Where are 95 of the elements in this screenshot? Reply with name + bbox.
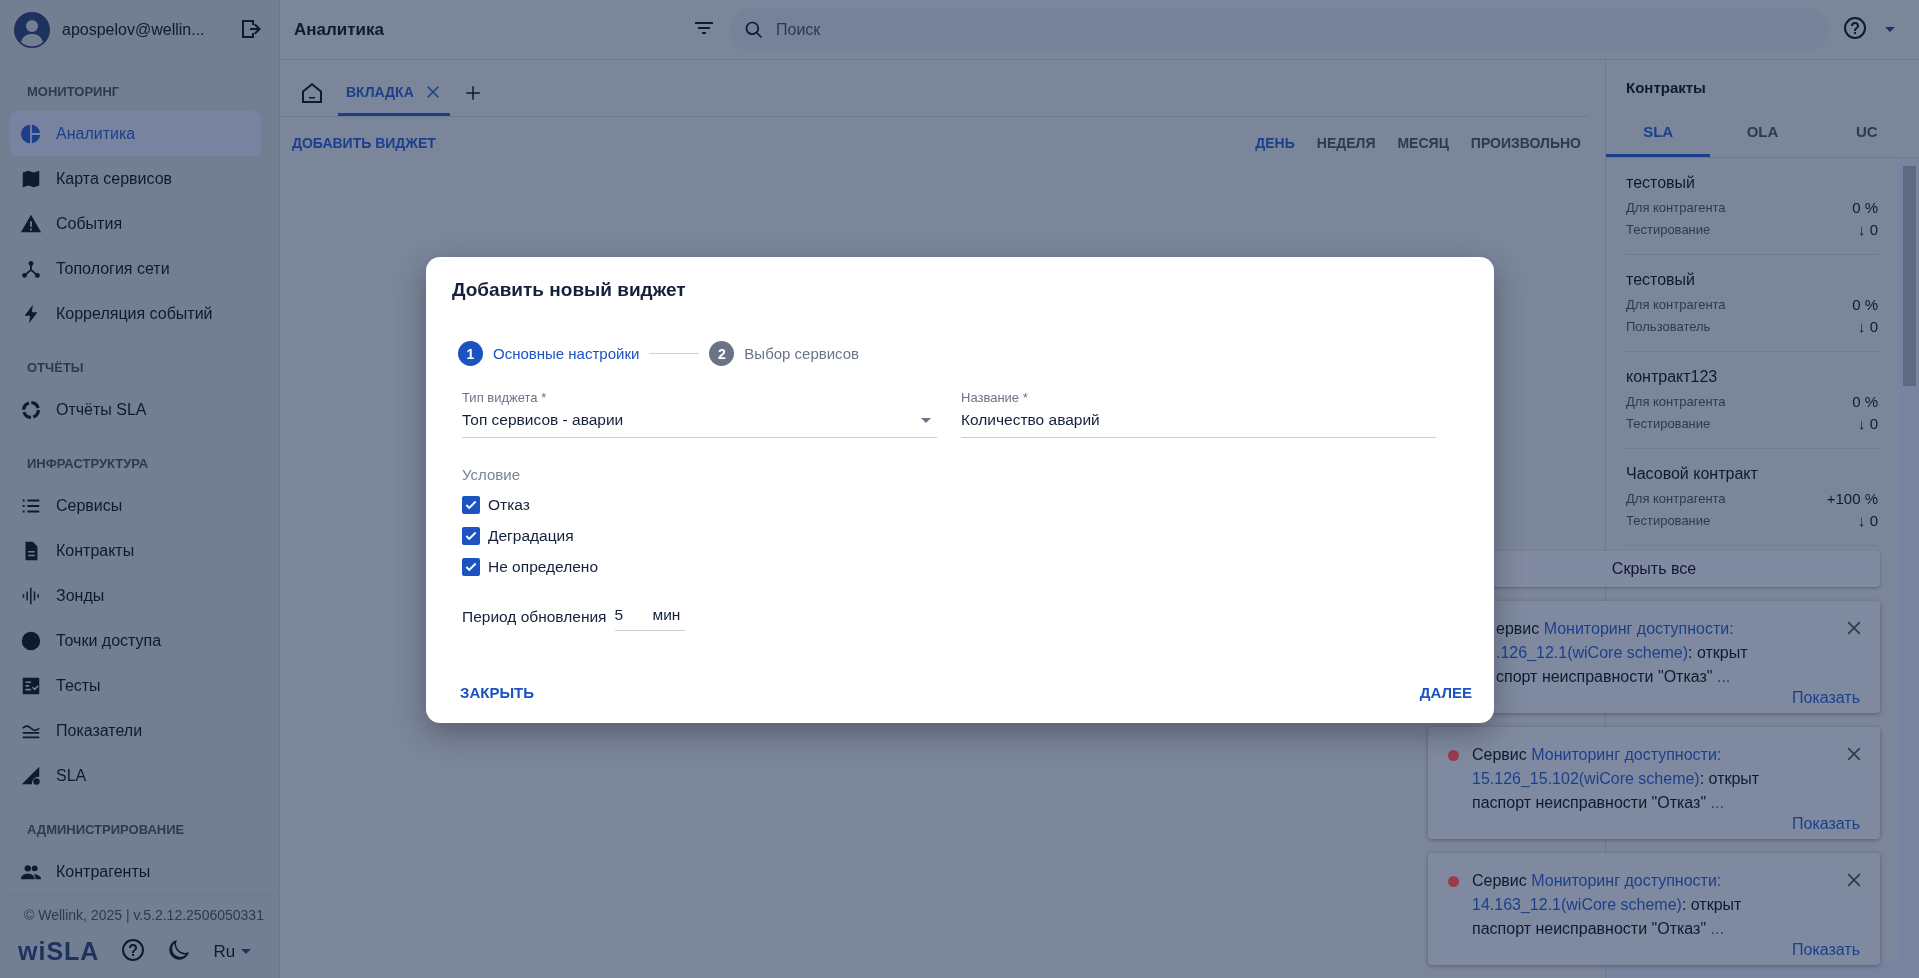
contract-label: Пользователь — [1626, 318, 1711, 334]
service-link[interactable]: Мониторинг доступности: — [1531, 872, 1722, 889]
notification-message: Сервис Мониторинг доступности: 15.126_15.102(wiCore scheme): открыт паспорт неисправности "Отказ" ... — [1472, 745, 1761, 813]
search-field[interactable]: Поиск — [730, 7, 1829, 52]
service-link[interactable]: ... — [1710, 920, 1724, 937]
field-label: Название * — [961, 390, 1029, 405]
contract-label: Для контрагента — [1626, 393, 1726, 409]
user-name: apospelov@wellin... — [62, 21, 206, 39]
tab[interactable]: UC — [1814, 108, 1919, 157]
pie-chart-icon — [20, 122, 42, 145]
page-title: Аналитика — [294, 19, 385, 40]
period-button[interactable]: ДЕНЬ — [1255, 127, 1295, 159]
panel-title: Контракты — [1625, 78, 1707, 98]
search-input[interactable]: Поиск — [774, 19, 1815, 40]
contract-label: Для контрагента — [1626, 296, 1726, 312]
nav-item[interactable]: Контракты — [10, 528, 261, 573]
service-link[interactable]: Мониторинг доступности: — [1531, 746, 1722, 763]
add-widget-button[interactable]: ДОБАВИТЬ ВИДЖЕТ — [292, 127, 436, 159]
unit-label: мин — [652, 606, 681, 625]
vertical-scrollbar[interactable] — [1900, 158, 1919, 962]
service-link[interactable]: 15.126_15.102(wiCore scheme) — [1472, 770, 1700, 787]
search-icon — [744, 19, 764, 40]
section-title: АДМИНИСТРИРОВАНИЕ — [26, 821, 186, 839]
nav-item[interactable]: Зонды — [10, 573, 261, 618]
contract-name: контракт123 — [1626, 368, 1719, 386]
tab[interactable]: ВКЛАДКА — [338, 70, 450, 116]
nav-item[interactable]: Карта сервисов — [10, 156, 261, 201]
circle-icon — [20, 629, 42, 652]
checkbox-label: Не определено — [488, 557, 599, 576]
nav-item[interactable]: Топология сети — [10, 246, 261, 291]
field-label: Период обновления — [462, 607, 607, 626]
ring-icon — [20, 398, 42, 421]
show-link[interactable]: Показать — [1792, 689, 1860, 707]
show-link[interactable]: Показать — [1792, 941, 1860, 959]
nav-item[interactable]: Тесты — [10, 663, 261, 708]
contract-name: тестовый — [1626, 174, 1697, 192]
next-button[interactable]: ДАЛЕЕ — [1419, 676, 1472, 709]
checkbox[interactable] — [462, 495, 480, 514]
checkbox[interactable] — [462, 526, 480, 545]
section-title: ОТЧЁТЫ — [26, 359, 85, 377]
service-link[interactable]: 14.163_12.1(wiCore scheme) — [1472, 896, 1682, 913]
show-link[interactable]: Показать — [1792, 815, 1860, 833]
service-link[interactable]: ... — [1710, 794, 1724, 811]
checkbox[interactable] — [462, 557, 480, 576]
close-button[interactable]: ЗАКРЫТЬ — [460, 676, 535, 709]
avatar-icon — [14, 12, 50, 48]
service-link[interactable]: .126_12.1(wiCore scheme) — [1496, 644, 1689, 661]
dialog-title: Добавить новый виджет — [452, 279, 687, 301]
language-selector[interactable]: Ru — [213, 941, 258, 962]
service-link[interactable]: ... — [1716, 668, 1731, 685]
contract-label: Для контрагента — [1626, 490, 1726, 506]
nav-item[interactable]: Аналитика — [10, 111, 261, 156]
step-label[interactable]: Основные настройки — [493, 345, 640, 362]
contract-label: Тестирование — [1626, 512, 1711, 528]
section-title: ИНФРАСТРУКТУРА — [26, 455, 150, 473]
step-number[interactable]: 1 — [458, 341, 483, 366]
contract-value: +100 % — [1826, 489, 1878, 507]
nav-item[interactable]: Точки доступа — [10, 618, 261, 663]
contract-name: Часовой контракт — [1626, 465, 1759, 483]
contract-value: ↓ 0 — [1858, 317, 1878, 335]
checkbox-label: Деградация — [488, 526, 574, 545]
nav-item[interactable]: Сервисы — [10, 483, 261, 528]
notification-message: Сервис Мониторинг доступности: 14.163_12.1(wiCore scheme): открыт паспорт неисправности "Отказ" ... — [1472, 871, 1743, 939]
period-button[interactable]: ПРОИЗВОЛЬНО — [1470, 127, 1581, 159]
section-title: МОНИТОРИНГ — [26, 83, 121, 101]
contract-label: Тестирование — [1626, 221, 1711, 237]
contract-value: 0 % — [1852, 392, 1878, 410]
period-button[interactable]: НЕДЕЛЯ — [1316, 127, 1376, 159]
service-link[interactable]: Мониторинг доступности: — [1543, 620, 1734, 637]
copyright-text: © Wellink, 2025 | v.5.2.12.2506050331 — [6, 894, 273, 933]
tab[interactable]: OLA — [1710, 108, 1815, 157]
select-field[interactable]: Топ сервисов - аварии — [462, 407, 937, 438]
period-button[interactable]: МЕСЯЦ — [1397, 127, 1449, 159]
step-number[interactable]: 2 — [709, 341, 735, 366]
contract-label: Для контрагента — [1626, 199, 1726, 215]
step-label[interactable]: Выбор сервисов — [744, 345, 860, 362]
checkbox-label: Отказ — [488, 495, 530, 514]
contract-value: ↓ 0 — [1858, 414, 1878, 432]
contract-value: ↓ 0 — [1858, 511, 1878, 529]
contract-value: 0 % — [1852, 295, 1878, 313]
field-label: Тип виджета * — [462, 390, 548, 405]
contract-label: Тестирование — [1626, 415, 1711, 431]
nav-item[interactable]: Корреляция событий — [10, 291, 261, 336]
nav-item[interactable]: Показатели — [10, 708, 261, 753]
logo: wiSLA — [18, 937, 100, 966]
nav-item[interactable]: Отчёты SLA — [10, 387, 261, 432]
notification-message: ервис Мониторинг доступности: .126_12.1(wiCore scheme): открыт спорт неисправности "Отказ" ... — [1496, 619, 1749, 687]
nav-item[interactable]: События — [10, 201, 261, 246]
contract-value: 0 % — [1852, 198, 1878, 216]
contract-value: ↓ 0 — [1858, 220, 1878, 238]
nav-item[interactable]: Контрагенты — [10, 849, 261, 894]
contract-name: тестовый — [1626, 271, 1697, 289]
nav-item[interactable]: SLA — [10, 753, 261, 798]
condition-label: Условие — [462, 466, 521, 483]
tab[interactable]: SLA — [1606, 108, 1711, 157]
